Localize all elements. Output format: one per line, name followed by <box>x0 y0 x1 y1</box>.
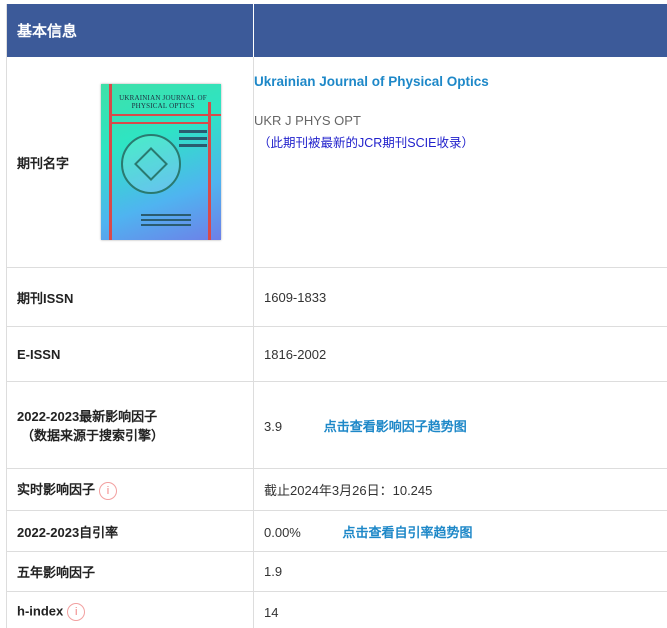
table-row: 五年影响因子 1.9 <box>7 551 667 592</box>
impact-factor-value: 3.9 <box>264 418 283 434</box>
self-cite-label: 2022-2023自引率 <box>7 510 254 552</box>
impact-factor-label: 2022-2023最新影响因子 （数据来源于搜索引擎） <box>7 381 254 469</box>
cover-title: UKRAINIAN JOURNAL OF PHYSICAL OPTICS <box>119 94 207 110</box>
h-index-label: h-index <box>17 603 64 619</box>
journal-name-text: Ukrainian Journal of Physical Optics UKR… <box>244 58 667 268</box>
impact-trend-link[interactable]: 点击查看影响因子趋势图 <box>324 419 467 434</box>
realtime-if-label-cell: 实时影响因子 i <box>7 468 254 511</box>
table-row: 2022-2023自引率 0.00% 点击查看自引率趋势图 <box>7 510 667 552</box>
self-cite-trend-link[interactable]: 点击查看自引率趋势图 <box>343 525 473 540</box>
table-header: 基本信息 <box>7 4 667 57</box>
table-row: E-ISSN 1816-2002 <box>7 326 667 382</box>
cover-emblem <box>121 134 181 194</box>
eissn-value: 1816-2002 <box>253 326 667 382</box>
impact-factor-label-main: 2022-2023最新影响因子 <box>17 409 158 424</box>
cover-footer <box>141 214 191 229</box>
journal-index-note: （此期刊被最新的JCR期刊SCIE收录） <box>258 136 474 150</box>
impact-factor-label-sub: （数据来源于搜索引擎） <box>21 428 165 443</box>
five-year-if-value: 1.9 <box>253 551 667 592</box>
self-cite-cell: 0.00% 点击查看自引率趋势图 <box>253 510 667 552</box>
header-title: 基本信息 <box>7 4 254 57</box>
five-year-if-label: 五年影响因子 <box>7 551 254 592</box>
basic-info-panel: 基本信息 期刊名字 期刊ISSN 1609-1833 E-ISSN 1816-2… <box>6 4 667 628</box>
impact-factor-cell: 3.9 点击查看影响因子趋势图 <box>253 381 667 469</box>
table-row: 实时影响因子 i 截止2024年3月26日：10.245 <box>7 468 667 511</box>
cover-stripe <box>109 122 211 124</box>
issn-value: 1609-1833 <box>253 267 667 327</box>
h-index-value: 14 <box>253 591 667 628</box>
table-row: 期刊ISSN 1609-1833 <box>7 267 667 327</box>
cover-stripe <box>109 84 112 240</box>
info-icon[interactable]: i <box>67 603 86 621</box>
h-index-label-cell: h-index i <box>7 591 254 628</box>
table-row: 2022-2023最新影响因子 （数据来源于搜索引擎） 3.9 点击查看影响因子… <box>7 381 667 469</box>
journal-name-overlay: UKRAINIAN JOURNAL OF PHYSICAL OPTICS Ukr… <box>7 58 667 268</box>
cover-stripe <box>109 114 221 116</box>
journal-abbreviation: UKR J PHYS OPT <box>254 113 361 128</box>
issn-label: 期刊ISSN <box>7 267 254 327</box>
info-icon[interactable]: i <box>99 481 118 500</box>
header-blank <box>253 4 667 57</box>
self-cite-value: 0.00% <box>264 524 301 540</box>
eissn-label: E-ISSN <box>7 326 254 382</box>
cover-meta <box>179 130 207 151</box>
realtime-if-label: 实时影响因子 <box>17 482 96 498</box>
journal-title-link[interactable]: Ukrainian Journal of Physical Optics <box>254 74 489 89</box>
table-row: h-index i 14 <box>7 591 667 628</box>
journal-cover-image: UKRAINIAN JOURNAL OF PHYSICAL OPTICS <box>101 84 221 240</box>
realtime-if-value: 截止2024年3月26日：10.245 <box>253 468 667 511</box>
